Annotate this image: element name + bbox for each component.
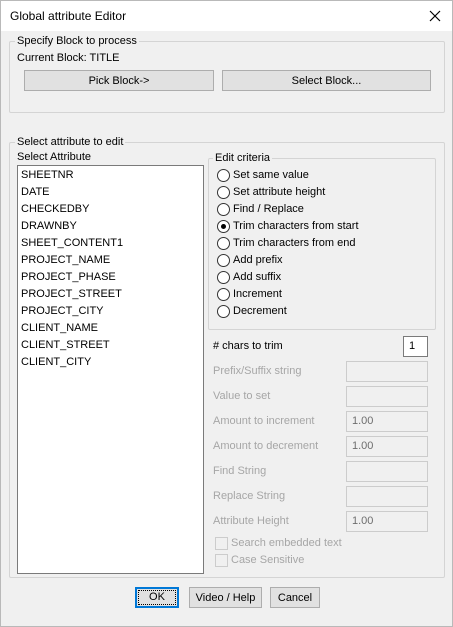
amount-increment-label: Amount to increment bbox=[213, 415, 315, 427]
radio-button[interactable] bbox=[217, 253, 230, 267]
window-title: Global attribute Editor bbox=[10, 9, 127, 23]
search-embedded-label: Search embedded text bbox=[231, 537, 342, 549]
radio-increment[interactable]: Increment bbox=[217, 286, 282, 302]
radio-set-attribute-height[interactable]: Set attribute height bbox=[217, 184, 325, 200]
attribute-list-item[interactable]: CLIENT_STREET bbox=[18, 337, 203, 354]
attribute-list-item[interactable]: PROJECT_CITY bbox=[18, 303, 203, 320]
cancel-button[interactable]: Cancel bbox=[270, 587, 320, 608]
attribute-list-item[interactable]: CHECKEDBY bbox=[18, 201, 203, 218]
radio-button[interactable] bbox=[217, 236, 230, 250]
radio-decrement[interactable]: Decrement bbox=[217, 303, 287, 319]
attribute-list-item[interactable]: PROJECT_STREET bbox=[18, 286, 203, 303]
radio-set-same-value[interactable]: Set same value bbox=[217, 167, 309, 183]
global-attribute-editor-window: Global attribute Editor Specify Block to… bbox=[0, 0, 453, 627]
attribute-list-item[interactable]: CLIENT_CITY bbox=[18, 354, 203, 371]
chars-to-trim-input[interactable]: 1 bbox=[403, 336, 428, 357]
replace-string-label: Replace String bbox=[213, 490, 286, 502]
edit-criteria-label: Edit criteria bbox=[213, 152, 273, 165]
attribute-height-label: Attribute Height bbox=[213, 515, 289, 527]
radio-label: Find / Replace bbox=[233, 203, 304, 215]
case-sensitive-label: Case Sensitive bbox=[231, 554, 305, 566]
radio-label: Decrement bbox=[233, 305, 287, 317]
case-sensitive-checkbox[interactable] bbox=[215, 553, 228, 567]
radio-label: Increment bbox=[233, 288, 282, 300]
title-bar: Global attribute Editor bbox=[1, 1, 452, 31]
amount-decrement-input[interactable]: 1.00 bbox=[346, 436, 428, 457]
attribute-list-item[interactable]: DATE bbox=[18, 184, 203, 201]
close-button[interactable] bbox=[418, 1, 452, 31]
radio-add-suffix[interactable]: Add suffix bbox=[217, 269, 281, 285]
close-icon bbox=[429, 10, 441, 22]
ok-button-label: OK bbox=[138, 590, 176, 605]
replace-string-input[interactable] bbox=[346, 486, 428, 507]
video-help-button[interactable]: Video / Help bbox=[189, 587, 262, 608]
select-attribute-label: Select Attribute bbox=[17, 151, 91, 163]
radio-label: Add suffix bbox=[233, 271, 282, 283]
value-to-set-input[interactable] bbox=[346, 386, 428, 407]
case-sensitive-checkbox-row[interactable]: Case Sensitive bbox=[215, 553, 304, 567]
attribute-list-item[interactable]: PROJECT_PHASE bbox=[18, 269, 203, 286]
search-embedded-checkbox-row[interactable]: Search embedded text bbox=[215, 536, 342, 550]
attribute-list-item[interactable]: SHEET_CONTENT1 bbox=[18, 235, 203, 252]
attribute-list-item[interactable]: PROJECT_NAME bbox=[18, 252, 203, 269]
current-block-label: Current Block: TITLE bbox=[17, 52, 120, 64]
attribute-list-item[interactable]: DRAWNBY bbox=[18, 218, 203, 235]
find-string-input[interactable] bbox=[346, 461, 428, 482]
ok-button[interactable]: OK bbox=[135, 587, 179, 608]
prefix-suffix-label: Prefix/Suffix string bbox=[213, 365, 302, 377]
pick-block-button[interactable]: Pick Block-> bbox=[24, 70, 214, 91]
radio-add-prefix[interactable]: Add prefix bbox=[217, 252, 283, 268]
attribute-group-label: Select attribute to edit bbox=[15, 136, 126, 149]
radio-trim-characters-from-end[interactable]: Trim characters from end bbox=[217, 235, 355, 251]
radio-label: Add prefix bbox=[233, 254, 283, 266]
radio-label: Trim characters from end bbox=[233, 237, 356, 249]
radio-button[interactable] bbox=[217, 185, 230, 199]
radio-label: Set same value bbox=[233, 169, 309, 181]
radio-label: Trim characters from start bbox=[233, 220, 359, 232]
radio-trim-characters-from-start[interactable]: Trim characters from start bbox=[217, 218, 359, 234]
select-block-button[interactable]: Select Block... bbox=[222, 70, 431, 91]
amount-increment-input[interactable]: 1.00 bbox=[346, 411, 428, 432]
attribute-list-item[interactable]: CLIENT_NAME bbox=[18, 320, 203, 337]
radio-button[interactable] bbox=[217, 202, 230, 216]
radio-label: Set attribute height bbox=[233, 186, 326, 198]
radio-find-replace[interactable]: Find / Replace bbox=[217, 201, 304, 217]
radio-button[interactable] bbox=[217, 270, 230, 284]
radio-button[interactable] bbox=[217, 168, 230, 182]
attribute-height-input[interactable]: 1.00 bbox=[346, 511, 428, 532]
chars-to-trim-label: # chars to trim bbox=[213, 340, 283, 352]
attribute-list-item[interactable]: SHEETNR bbox=[18, 167, 203, 184]
block-group-label: Specify Block to process bbox=[15, 35, 139, 48]
prefix-suffix-input[interactable] bbox=[346, 361, 428, 382]
amount-decrement-label: Amount to decrement bbox=[213, 440, 319, 452]
radio-button[interactable] bbox=[217, 304, 230, 318]
find-string-label: Find String bbox=[213, 465, 267, 477]
search-embedded-checkbox[interactable] bbox=[215, 536, 228, 550]
value-to-set-label: Value to set bbox=[213, 390, 271, 402]
radio-button[interactable] bbox=[217, 219, 230, 233]
radio-button[interactable] bbox=[217, 287, 230, 301]
attribute-listbox[interactable]: SHEETNR DATE CHECKEDBY DRAWNBY SHEET_CONTENT… bbox=[17, 165, 204, 574]
